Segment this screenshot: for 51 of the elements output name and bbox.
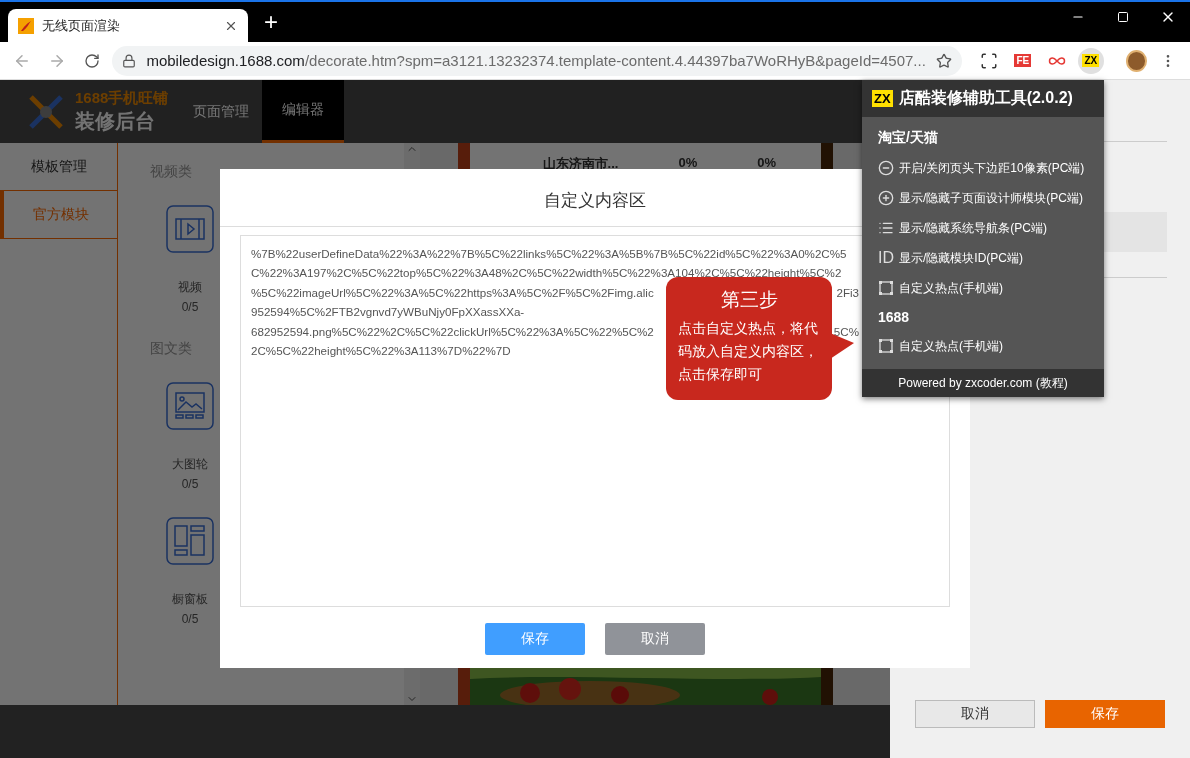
popup-title: 店酷装修辅助工具(2.0.2) — [898, 88, 1073, 108]
menu-item[interactable]: 自定义热点(手机端) — [899, 279, 1003, 297]
callout-title: 第三步 — [720, 288, 778, 312]
list-icon — [878, 220, 894, 236]
url-text: mobiledesign.1688.com/decorate.htm?spm=a3121.13232374.template-content.4.44397ba7WoRHyB&pageId=4507... — [146, 52, 926, 69]
menu-item[interactable]: 自定义热点(手机端) — [899, 337, 1003, 355]
address-bar[interactable]: mobiledesign.1688.com/decorate.htm?spm=a3121.13232374.template-content.4.44397ba7WoRHyB&pageId=4507... — [112, 45, 962, 76]
code-text: 952594%5C%2FTB2vgnvd7yWBuNjy0FpXXassXXa- — [251, 304, 525, 321]
lock-icon — [122, 53, 137, 68]
module-name: 大图轮 — [172, 456, 208, 473]
image-icon — [166, 382, 214, 430]
table-cell-text: 0% — [757, 155, 776, 172]
section-heading: 淘宝/天猫 — [878, 129, 939, 147]
module-count: 0/5 — [181, 477, 199, 491]
code-text: 2Fi3 — [836, 284, 859, 301]
section-heading: 1688 — [878, 309, 911, 325]
minus-circle-icon — [878, 160, 894, 176]
extension-button[interactable]: ZX — [1077, 47, 1104, 74]
module-name: 橱窗板 — [172, 591, 208, 608]
star-icon[interactable] — [935, 52, 952, 69]
new-tab-button[interactable]: + — [264, 8, 278, 36]
plus-circle-icon — [878, 190, 894, 206]
code-text: %7B%22userDefineData%22%3A%22%7B%5C%22links%5C%22%3A%5B%7B%5C%22id%5C%22%3A0%2C%5 — [251, 246, 847, 262]
logo-text: 1688手机旺铺 — [75, 88, 169, 108]
nav-tab[interactable]: 编辑器 — [262, 80, 344, 143]
extension-button[interactable]: FE — [1009, 47, 1036, 74]
avatar[interactable] — [1125, 49, 1148, 72]
zx-logo: ZX — [872, 90, 893, 107]
nav-tab[interactable]: 页面管理 — [180, 80, 262, 143]
tab-title: 无线页面渲染 — [42, 16, 121, 35]
cancel-button[interactable]: 取消 — [915, 700, 1035, 728]
film-icon — [166, 205, 214, 253]
code-text: 5C% — [833, 323, 859, 340]
callout-text: 点击自定义热点，将代码放入自定义内容区，点击保存即可 — [678, 320, 819, 384]
frame-icon — [878, 280, 894, 296]
frame-icon — [878, 338, 894, 354]
popup-footer[interactable]: Powered by zxcoder.com (教程) — [862, 369, 1104, 397]
table-cell-text: 0% — [678, 155, 698, 172]
layout-icon — [166, 517, 214, 565]
browser-tab[interactable]: 无线页面渲染 — [8, 9, 248, 42]
code-text: 2C%5C%22height%5C%22%3A113%7D%22%7D — [251, 343, 511, 360]
flame-icon — [18, 17, 34, 34]
code-text: %5C%22imageUrl%5C%22%3A%5C%22https%3A%5C%2F%5C%2Fimg.alic — [251, 284, 654, 301]
module-count: 0/5 — [181, 300, 199, 314]
logo-text: 装修后台 — [75, 108, 156, 134]
code-text: C%22%3A197%2C%5C%22top%5C%22%3A48%2C%5C%22width%5C%22%3A104%2C%5C%22height%5C%2 — [251, 265, 842, 282]
code-text: 682952594.png%5C%22%2C%5C%22clickUrl%5C%22%3A%5C%22%5C%2 — [251, 323, 654, 340]
module-name: 视频 — [178, 279, 202, 296]
module-count: 0/5 — [181, 612, 199, 626]
menu-item[interactable]: 显示/隐藏模块ID(PC端) — [899, 249, 1023, 267]
id-icon: ID — [878, 249, 894, 267]
